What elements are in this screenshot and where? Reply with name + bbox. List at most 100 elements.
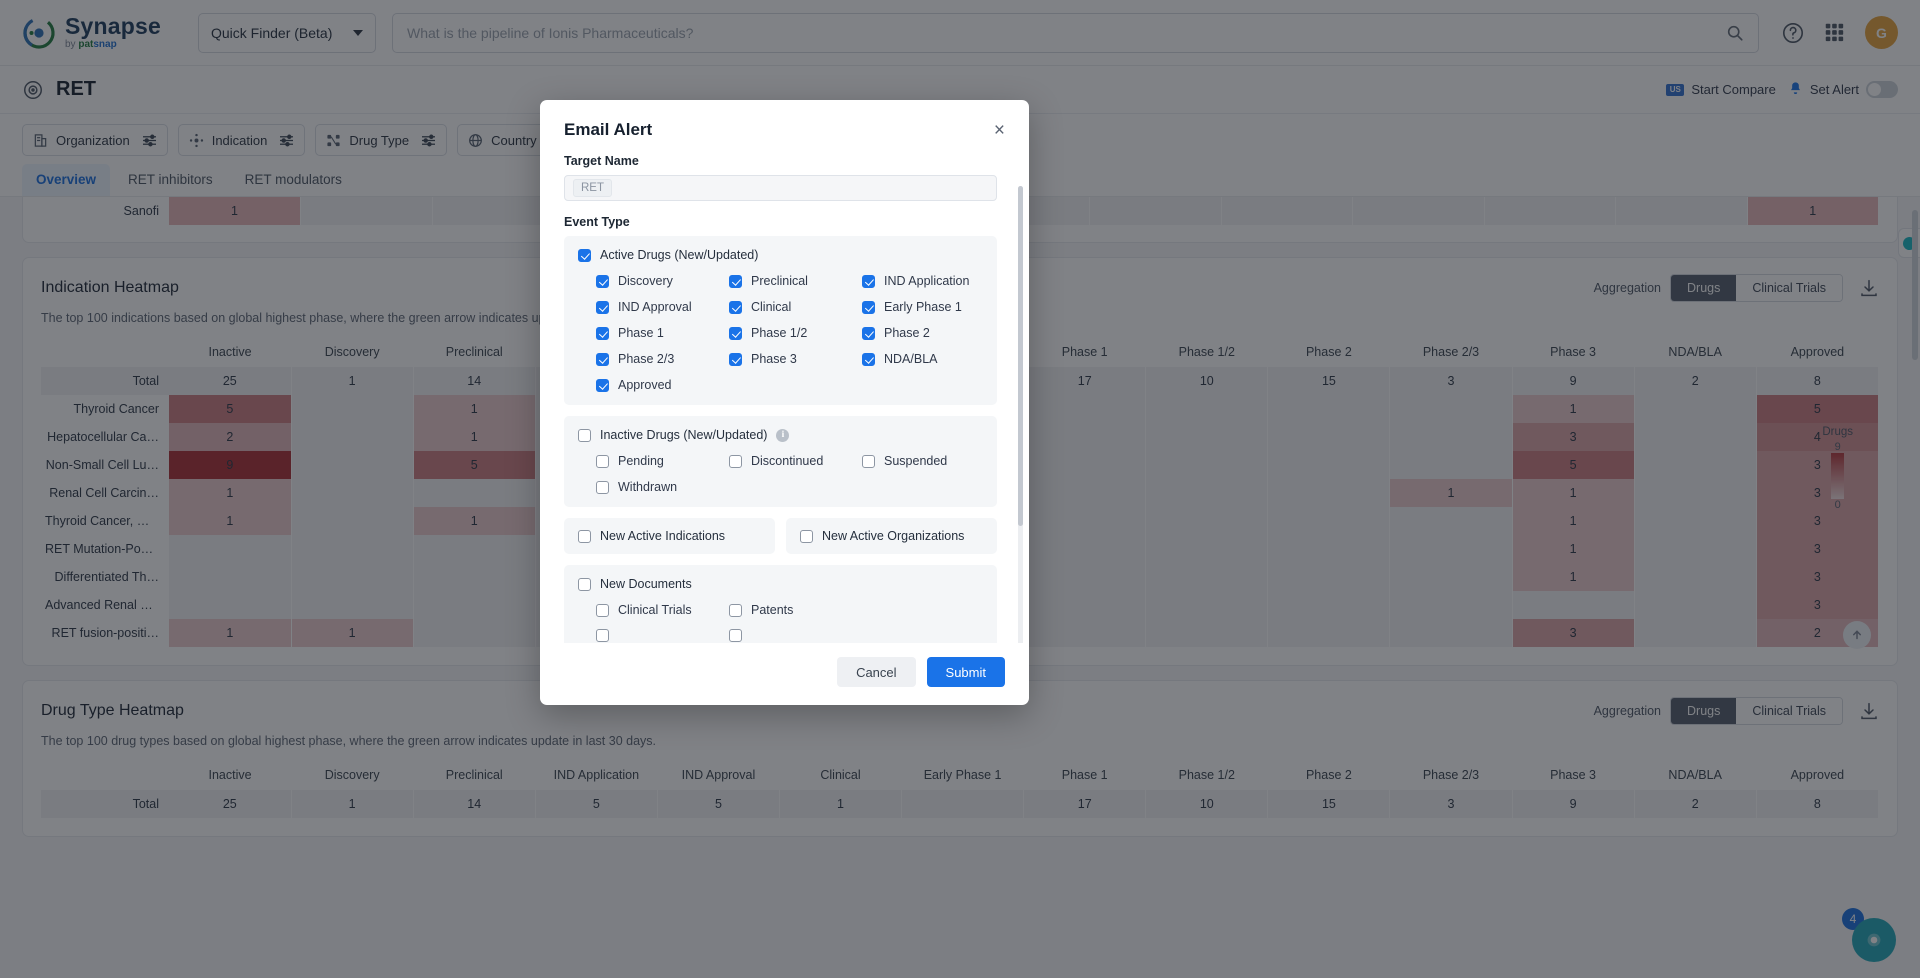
dialog-body: Target Name RET Event Type Active Drugs … (540, 140, 1029, 643)
group-inactive-drugs: Inactive Drugs (New/Updated) i Pending D… (564, 416, 997, 507)
target-name-field[interactable]: RET (564, 175, 997, 201)
dialog-header: Email Alert × (540, 100, 1029, 140)
cancel-button[interactable]: Cancel (837, 657, 916, 687)
dialog-title: Email Alert (564, 120, 653, 139)
standalone-options-row: New Active Indications New Active Organi… (564, 518, 997, 554)
checkbox-phase-1-2[interactable]: Phase 1/2 (729, 326, 862, 340)
checkbox-label: Preclinical (751, 274, 808, 288)
checkbox-box[interactable] (578, 529, 591, 543)
checkbox-label: Phase 3 (751, 352, 797, 366)
checkbox-box[interactable] (578, 428, 591, 442)
checkbox-label: Active Drugs (New/Updated) (600, 248, 759, 262)
event-type-label: Event Type (564, 215, 630, 229)
checkbox-box[interactable] (862, 300, 875, 314)
checkbox-pending[interactable]: Pending (596, 454, 729, 468)
checkbox-box[interactable] (729, 274, 742, 288)
checkbox-box[interactable] (862, 352, 875, 366)
checkbox-label: Inactive Drugs (New/Updated) (600, 428, 768, 442)
checkbox-label: Discontinued (751, 454, 824, 468)
checkbox-box[interactable] (596, 480, 609, 494)
checkbox-box[interactable] (596, 274, 609, 288)
checkbox-ind-application[interactable]: IND Application (862, 274, 983, 288)
checkbox-box[interactable] (862, 326, 875, 340)
checkbox-box[interactable] (596, 629, 609, 642)
info-icon[interactable]: i (776, 428, 790, 442)
checkbox-label: Phase 2 (884, 326, 930, 340)
checkbox-phase-1[interactable]: Phase 1 (596, 326, 729, 340)
checkbox-box[interactable] (578, 248, 591, 262)
checkbox-box[interactable] (729, 326, 742, 340)
checkbox-clinical[interactable]: Clinical (729, 300, 862, 314)
checkbox-label: Clinical Trials (618, 603, 692, 617)
target-name-label: Target Name (564, 154, 639, 168)
checkbox-box[interactable] (596, 326, 609, 340)
checkbox-label: Discovery (618, 274, 673, 288)
email-alert-dialog: Email Alert × Target Name RET Event Type… (540, 100, 1029, 705)
checkbox-box[interactable] (729, 300, 742, 314)
inactive-drugs-status-grid: Pending Discontinued Suspended Withdrawn (578, 454, 983, 494)
dialog-scroll-area: Target Name RET Event Type Active Drugs … (564, 154, 1005, 643)
dialog-footer: Cancel Submit (540, 643, 1029, 705)
checkbox-box[interactable] (862, 454, 875, 468)
submit-button[interactable]: Submit (926, 657, 1005, 687)
checkbox-approved[interactable]: Approved (596, 378, 729, 392)
checkbox-box[interactable] (596, 454, 609, 468)
checkbox-label: Early Phase 1 (884, 300, 962, 314)
checkbox-label: Phase 1/2 (751, 326, 808, 340)
checkbox-label: IND Approval (618, 300, 692, 314)
new-documents-grid: Clinical Trials Patents (578, 603, 983, 642)
checkbox-label: Pending (618, 454, 664, 468)
checkbox-label: Suspended (884, 454, 948, 468)
checkbox-box[interactable] (729, 603, 742, 617)
group-new-documents: New Documents Clinical Trials Patents (564, 565, 997, 643)
checkbox-label: Clinical (751, 300, 792, 314)
checkbox-withdrawn[interactable]: Withdrawn (596, 480, 729, 494)
checkbox-box[interactable] (729, 352, 742, 366)
checkbox-clinical-trials[interactable]: Clinical Trials (596, 603, 729, 617)
checkbox-phase-2-3[interactable]: Phase 2/3 (596, 352, 729, 366)
checkbox-box[interactable] (729, 454, 742, 468)
checkbox-doc-extra-2[interactable] (729, 629, 862, 642)
checkbox-label: IND Application (884, 274, 970, 288)
checkbox-new-active-indications[interactable]: New Active Indications (578, 529, 761, 543)
checkbox-box[interactable] (596, 378, 609, 392)
checkbox-label: Phase 2/3 (618, 352, 675, 366)
checkbox-ind-approval[interactable]: IND Approval (596, 300, 729, 314)
checkbox-suspended[interactable]: Suspended (862, 454, 983, 468)
checkbox-label: New Documents (600, 577, 692, 591)
dialog-scrollbar[interactable] (1018, 186, 1023, 643)
checkbox-box[interactable] (800, 529, 813, 543)
target-name-tag: RET (573, 179, 612, 197)
checkbox-label: New Active Indications (600, 529, 726, 543)
checkbox-box[interactable] (596, 603, 609, 617)
checkbox-box[interactable] (578, 577, 591, 591)
checkbox-label: New Active Organizations (822, 529, 965, 543)
checkbox-box[interactable] (729, 629, 742, 642)
checkbox-preclinical[interactable]: Preclinical (729, 274, 862, 288)
checkbox-box[interactable] (862, 274, 875, 288)
checkbox-nda-bla[interactable]: NDA/BLA (862, 352, 983, 366)
checkbox-label: Patents (751, 603, 794, 617)
checkbox-box[interactable] (596, 352, 609, 366)
checkbox-label: NDA/BLA (884, 352, 938, 366)
group-new-active-indications: New Active Indications (564, 518, 775, 554)
active-drugs-phase-grid: Discovery Preclinical IND Application IN… (578, 274, 983, 392)
checkbox-phase-2[interactable]: Phase 2 (862, 326, 983, 340)
checkbox-patents[interactable]: Patents (729, 603, 862, 617)
group-active-drugs: Active Drugs (New/Updated) Discovery Pre… (564, 236, 997, 405)
close-icon[interactable]: × (994, 121, 1005, 140)
checkbox-label: Withdrawn (618, 480, 678, 494)
checkbox-new-documents[interactable]: New Documents (578, 577, 983, 591)
checkbox-box[interactable] (596, 300, 609, 314)
checkbox-active-drugs[interactable]: Active Drugs (New/Updated) (578, 248, 983, 262)
group-new-active-organizations: New Active Organizations (786, 518, 997, 554)
checkbox-doc-extra-1[interactable] (596, 629, 729, 642)
checkbox-early-phase-1[interactable]: Early Phase 1 (862, 300, 983, 314)
checkbox-new-active-organizations[interactable]: New Active Organizations (800, 529, 983, 543)
checkbox-inactive-drugs[interactable]: Inactive Drugs (New/Updated) i (578, 428, 983, 442)
checkbox-discontinued[interactable]: Discontinued (729, 454, 862, 468)
checkbox-label: Phase 1 (618, 326, 664, 340)
checkbox-label: Approved (618, 378, 672, 392)
checkbox-discovery[interactable]: Discovery (596, 274, 729, 288)
checkbox-phase-3[interactable]: Phase 3 (729, 352, 862, 366)
